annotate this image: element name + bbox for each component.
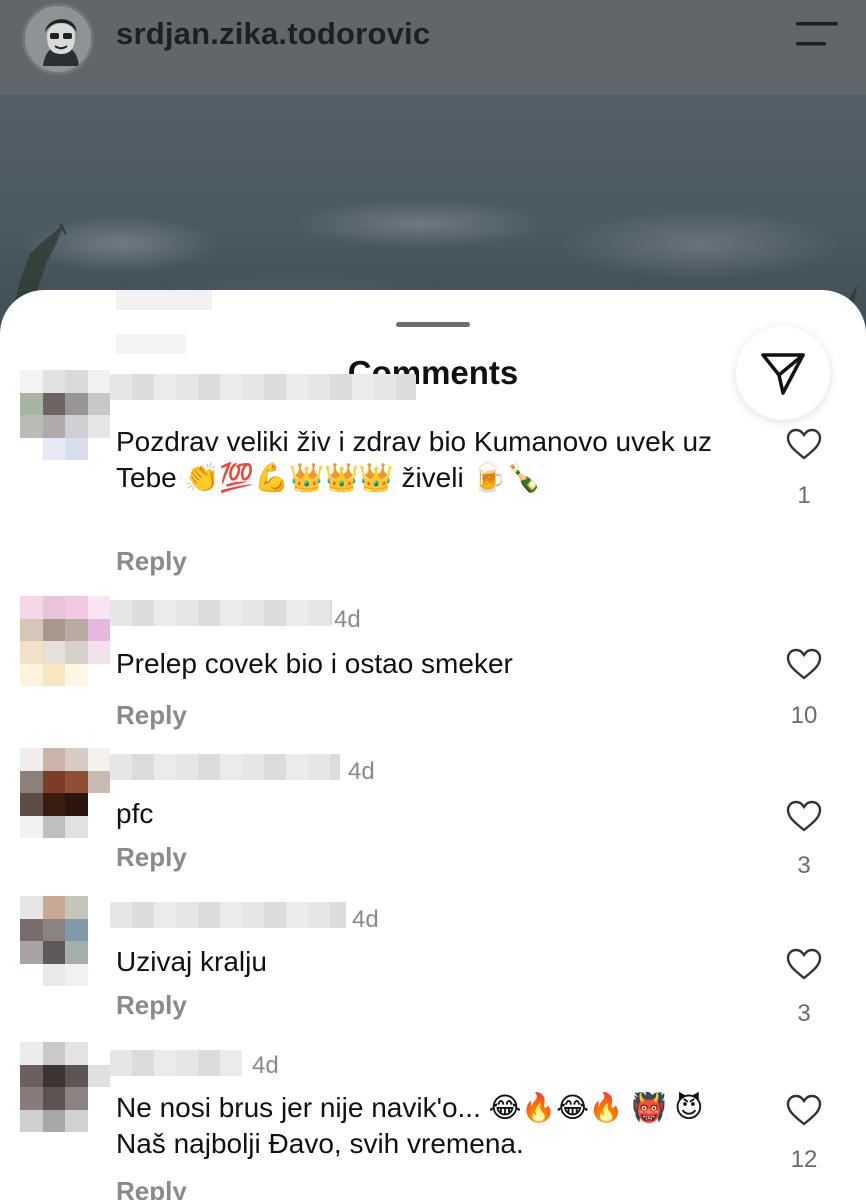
heart-outline-icon[interactable] xyxy=(786,428,822,460)
like-count: 10 xyxy=(790,702,818,729)
reply-button[interactable]: Reply xyxy=(116,1176,187,1200)
hamburger-menu-icon[interactable] xyxy=(794,20,840,48)
heart-outline-icon[interactable] xyxy=(786,1094,822,1126)
blurred-username[interactable] xyxy=(110,1050,242,1076)
comment-time: 4d xyxy=(348,758,375,785)
blurred-text xyxy=(116,290,212,310)
comment-text: Uzivaj kralju xyxy=(116,946,267,977)
comment-text: Pozdrav veliki živ i zdrav bio Kumanovo … xyxy=(116,426,713,493)
reply-button[interactable]: Reply xyxy=(116,700,187,731)
comment-time: 4d xyxy=(352,906,379,933)
sheet-grabber[interactable] xyxy=(396,322,470,327)
blurred-username[interactable] xyxy=(110,902,346,928)
commenter-avatar[interactable] xyxy=(20,596,110,686)
like-count: 3 xyxy=(797,852,811,879)
commenter-avatar[interactable] xyxy=(20,370,110,460)
reply-button[interactable]: Reply xyxy=(116,990,187,1021)
comments-sheet: Comments Pozdrav veliki živ i zdrav bio … xyxy=(0,290,866,1200)
heart-outline-icon[interactable] xyxy=(786,800,822,832)
blurred-username[interactable] xyxy=(110,600,332,626)
like-count: 3 xyxy=(797,1000,811,1027)
send-icon xyxy=(761,353,805,395)
comment-text: Prelep covek bio i ostao smeker xyxy=(116,648,513,679)
comment-time: 4d xyxy=(334,606,361,633)
commenter-avatar[interactable] xyxy=(20,748,110,838)
heart-outline-icon[interactable] xyxy=(786,648,822,680)
comment-time: 4d xyxy=(252,1052,279,1079)
blurred-username[interactable] xyxy=(110,374,416,400)
reply-button[interactable]: Reply xyxy=(116,546,187,577)
reply-button[interactable]: Reply xyxy=(116,842,187,873)
comment-text: pfc xyxy=(116,798,154,829)
commenter-avatar[interactable] xyxy=(20,1042,110,1132)
blurred-username[interactable] xyxy=(110,754,340,780)
comment-text: Ne nosi brus jer nije navik'o... 😂🔥😂🔥 👹 … xyxy=(116,1092,704,1159)
like-count: 12 xyxy=(790,1146,818,1173)
like-count: 1 xyxy=(797,482,811,509)
profile-username[interactable]: srdjan.zika.todorovic xyxy=(116,16,430,52)
heart-outline-icon[interactable] xyxy=(786,948,822,980)
profile-header: srdjan.zika.todorovic xyxy=(0,0,866,94)
profile-avatar[interactable] xyxy=(22,3,94,75)
share-button[interactable] xyxy=(736,326,830,420)
commenter-avatar[interactable] xyxy=(20,896,110,986)
blurred-text xyxy=(116,334,186,354)
avatar-illustration xyxy=(25,6,91,72)
